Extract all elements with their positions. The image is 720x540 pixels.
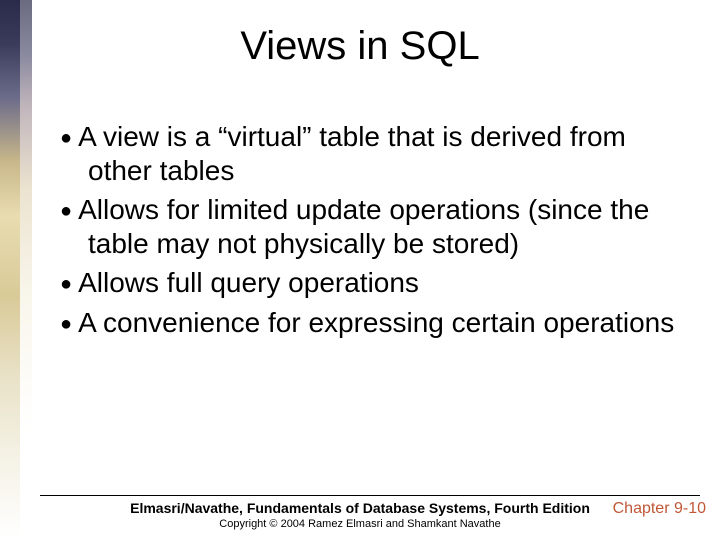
bullet-item: Allows full query operations: [60, 266, 680, 300]
slide-body: A view is a “virtual” table that is deri…: [60, 120, 680, 346]
bullet-item: A view is a “virtual” table that is deri…: [60, 120, 680, 187]
decorative-left-gradient-2: [20, 0, 32, 540]
chapter-label: Chapter 9-10: [613, 500, 706, 518]
slide-title: Views in SQL: [0, 24, 720, 69]
bullet-item: Allows for limited update operations (si…: [60, 193, 680, 260]
bullet-item: A convenience for expressing certain ope…: [60, 306, 680, 340]
decorative-left-gradient: [0, 0, 20, 540]
footer-copyright: Copyright © 2004 Ramez Elmasri and Shamk…: [0, 518, 720, 530]
slide: Views in SQL A view is a “virtual” table…: [0, 0, 720, 540]
footer-divider: [40, 495, 700, 496]
